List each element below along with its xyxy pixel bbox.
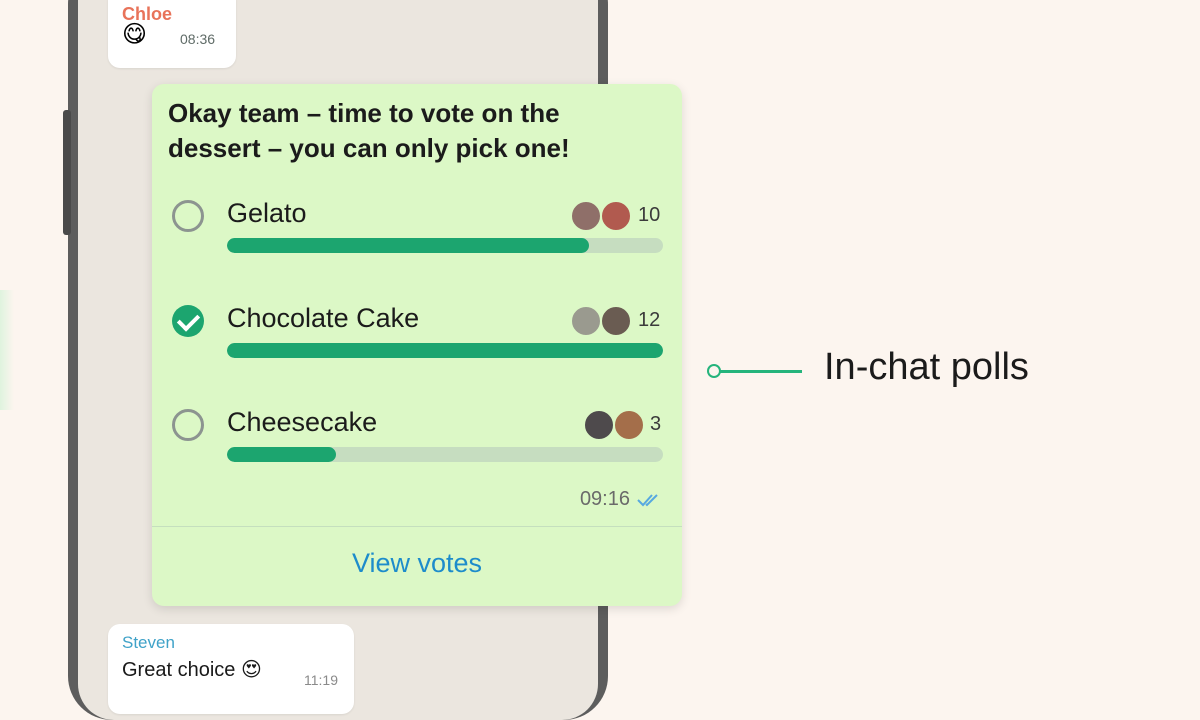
poll-question: Okay team – time to vote on the dessert … — [168, 98, 570, 163]
poll-option[interactable]: Gelato 10 — [152, 198, 682, 280]
poll-option-label: Chocolate Cake — [227, 303, 420, 333]
message-text: Great choice 😍 — [122, 659, 262, 681]
poll-option-label: Gelato — [227, 198, 307, 228]
vote-count: 3 — [650, 413, 662, 435]
vote-progress-fill — [227, 343, 663, 358]
vote-progress-bar — [227, 447, 663, 462]
vote-progress-bar — [227, 238, 663, 253]
checked-radio-icon[interactable] — [172, 305, 204, 337]
voter-avatar — [570, 200, 602, 232]
poll-option[interactable]: Cheesecake 3 — [152, 407, 682, 489]
vote-count: 12 — [638, 309, 661, 331]
poll-message: Okay team – time to vote on the dessert … — [152, 84, 682, 606]
poll-option[interactable]: Chocolate Cake 12 — [152, 303, 682, 385]
yum-emoji: 😋 — [122, 21, 148, 48]
voter-avatar — [600, 200, 632, 232]
voter-avatar — [600, 305, 632, 337]
vote-progress-fill — [227, 447, 336, 462]
message-meta: 09:16 — [580, 488, 664, 511]
message-bubble-steven[interactable]: Steven Great choice 😍 11:19 — [108, 624, 354, 714]
voter-avatar — [613, 409, 645, 441]
vote-progress-bar — [227, 343, 663, 358]
sender-name: Steven — [122, 633, 175, 652]
vote-progress-fill — [227, 238, 589, 253]
voter-avatar — [570, 305, 602, 337]
voter-avatar — [583, 409, 615, 441]
message-time: 09:16 — [579, 488, 630, 510]
phone-side-button — [63, 165, 71, 235]
radio-button[interactable] — [172, 409, 204, 441]
vote-count: 10 — [638, 204, 661, 226]
poll-option-label: Cheesecake — [227, 407, 378, 437]
view-votes-button[interactable]: View votes — [152, 528, 682, 598]
divider — [152, 526, 682, 527]
left-decoration — [0, 290, 14, 410]
message-time: 11:19 — [304, 672, 338, 688]
message-bubble-chloe[interactable]: Chloe 😋 08:36 — [108, 0, 236, 68]
message-time: 08:36 — [180, 31, 216, 47]
radio-button[interactable] — [172, 200, 204, 232]
callout-dot — [707, 364, 721, 378]
callout-label: In-chat polls — [824, 346, 1029, 388]
double-check-icon — [637, 493, 658, 506]
callout-line — [718, 370, 802, 373]
